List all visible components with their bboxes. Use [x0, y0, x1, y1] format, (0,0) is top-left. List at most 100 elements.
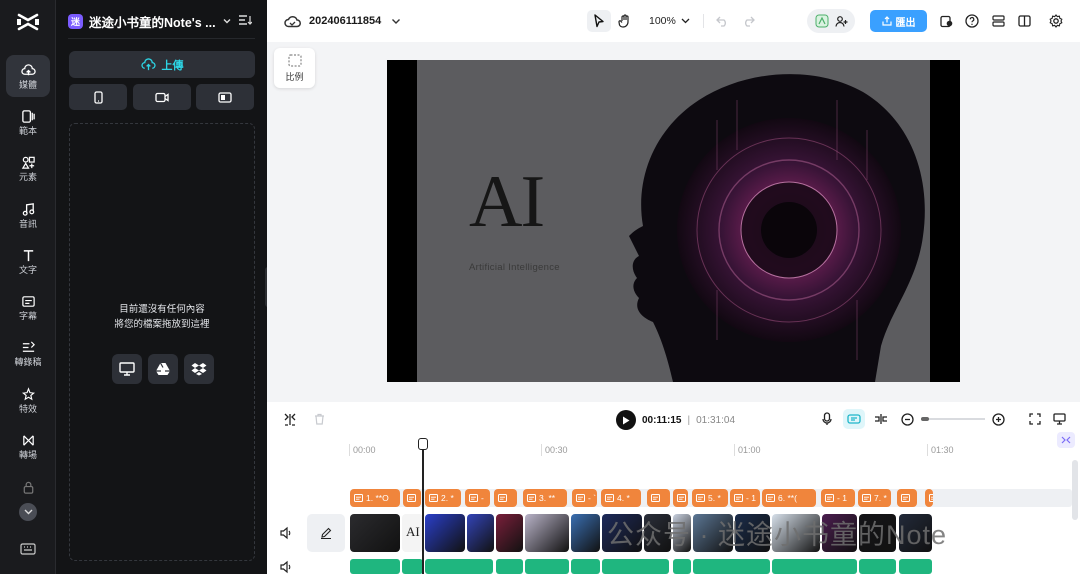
audio-clip[interactable] [673, 559, 691, 574]
video-clip[interactable] [571, 514, 600, 552]
rail-item-media[interactable]: 媒體 [6, 55, 50, 97]
sort-icon[interactable] [238, 14, 252, 26]
caption-clip[interactable] [494, 489, 517, 507]
rail-item-elements[interactable]: 元素 [6, 147, 50, 189]
collapse-panel-button[interactable] [1057, 432, 1075, 448]
collaborators-pill[interactable] [807, 9, 855, 33]
audio-clip[interactable] [772, 559, 857, 574]
caption-clip[interactable]: 4. * [601, 489, 641, 507]
video-clip[interactable] [425, 514, 465, 552]
template-icon [21, 109, 35, 123]
audio-clip[interactable] [571, 559, 600, 574]
playhead[interactable] [422, 442, 424, 574]
link-clips-button[interactable] [873, 411, 889, 427]
rail-item-templates[interactable]: 範本 [6, 101, 50, 143]
help-button[interactable] [963, 12, 981, 30]
rail-item-label: 音訊 [18, 218, 37, 229]
layout-button[interactable] [1015, 12, 1033, 30]
speaker-icon[interactable] [279, 526, 293, 540]
audio-clip[interactable] [899, 559, 932, 574]
caption-clip[interactable]: 2. * [425, 489, 461, 507]
caption-clip[interactable]: - 1 [730, 489, 760, 507]
caption-clip[interactable] [647, 489, 670, 507]
video-clip[interactable] [467, 514, 494, 552]
caption-clip[interactable]: 5. * [692, 489, 728, 507]
caption-clip[interactable]: 7. * [858, 489, 891, 507]
video-clip[interactable] [496, 514, 523, 552]
cloud-sync-icon[interactable] [283, 12, 301, 30]
caption-clip[interactable] [925, 489, 933, 507]
rail-item-text[interactable]: 文字 [6, 240, 50, 282]
upload-from-dropbox-button[interactable] [184, 354, 214, 384]
settings-button[interactable] [1047, 12, 1065, 30]
brand-kit-button[interactable] [937, 12, 955, 30]
caption-clip[interactable] [403, 489, 421, 507]
split-tool-button[interactable] [282, 411, 298, 427]
audio-clip[interactable] [602, 559, 669, 574]
audio-clip[interactable] [525, 559, 569, 574]
export-button[interactable]: 匯出 [870, 10, 927, 32]
phone-source-button[interactable] [69, 84, 127, 110]
caption-clip[interactable]: - ` [572, 489, 597, 507]
edit-cover-button[interactable] [307, 514, 345, 552]
rail-item-more[interactable] [6, 472, 50, 502]
caption-icon [407, 494, 416, 502]
record-source-button[interactable] [133, 84, 191, 110]
zoom-in-button[interactable] [990, 411, 1006, 427]
redo-button[interactable] [739, 12, 757, 30]
caption-clip[interactable] [897, 489, 917, 507]
play-button[interactable] [616, 410, 636, 430]
rail-item-transitions[interactable]: 轉場 [6, 425, 50, 467]
rail-item-transcript[interactable]: 轉錄稿 [6, 332, 50, 374]
zoom-dropdown[interactable]: 100% [649, 10, 690, 32]
project-switcher[interactable]: 迷 迷途小书童的Note's ... [68, 10, 258, 32]
caption-clip[interactable]: - 1 [821, 489, 855, 507]
caption-clip[interactable]: 1. **O [350, 489, 400, 507]
aspect-ratio-button[interactable]: 比例 [274, 48, 315, 88]
rail-item-captions[interactable]: 字幕 [6, 286, 50, 328]
undo-button[interactable] [713, 12, 731, 30]
speaker-icon[interactable] [279, 560, 293, 574]
rail-item-label: 範本 [18, 125, 37, 136]
hand-tool-button[interactable] [613, 10, 637, 32]
select-tool-button[interactable] [587, 10, 611, 32]
caption-clip[interactable]: 3. ** [523, 489, 567, 507]
zoom-out-button[interactable] [899, 411, 915, 427]
project-title-dropdown[interactable]: 202406111854 [309, 10, 401, 32]
audio-clip[interactable] [693, 559, 770, 574]
storage-button[interactable] [989, 12, 1007, 30]
rail-item-effects[interactable]: 特效 [6, 379, 50, 421]
video-clip[interactable]: AI [402, 514, 423, 552]
upload-from-computer-button[interactable] [112, 354, 142, 384]
caption-clip[interactable]: - [465, 489, 490, 507]
audio-clip[interactable] [425, 559, 493, 574]
video-clip[interactable] [350, 514, 400, 552]
zoom-slider[interactable] [921, 418, 985, 420]
timeline-scrollbar[interactable] [1072, 460, 1078, 520]
rail-item-audio[interactable]: 音訊 [6, 194, 50, 236]
caption-clip[interactable] [673, 489, 688, 507]
playhead-handle[interactable] [418, 438, 428, 450]
upload-button[interactable]: 上傳 [69, 51, 255, 78]
audio-clip[interactable] [350, 559, 400, 574]
record-voice-button[interactable] [819, 411, 835, 427]
caption-clip[interactable]: 6. **( [762, 489, 816, 507]
storage-icon [991, 15, 1005, 27]
timeline-view-button[interactable] [1051, 411, 1067, 427]
chevron-down-icon [24, 509, 32, 515]
delete-button[interactable] [311, 411, 327, 427]
audio-clip[interactable] [859, 559, 896, 574]
screen-source-button[interactable] [196, 84, 254, 110]
audio-clip[interactable] [402, 559, 423, 574]
zoom-slider-thumb[interactable] [921, 417, 929, 421]
audio-clip[interactable] [496, 559, 523, 574]
upload-dropzone[interactable]: 目前還沒有任何內容 將您的檔案拖放到這裡 [69, 123, 255, 561]
video-clip[interactable] [525, 514, 569, 552]
rail-collapse-button[interactable] [19, 503, 37, 521]
fit-timeline-button[interactable] [1027, 411, 1043, 427]
video-preview[interactable]: AI Artificial Intelligence [387, 60, 960, 382]
keyboard-icon[interactable] [20, 543, 36, 555]
upload-from-google-drive-button[interactable] [148, 354, 178, 384]
rail-item-label: 轉錄稿 [14, 356, 42, 367]
auto-snap-toggle[interactable] [843, 409, 865, 429]
